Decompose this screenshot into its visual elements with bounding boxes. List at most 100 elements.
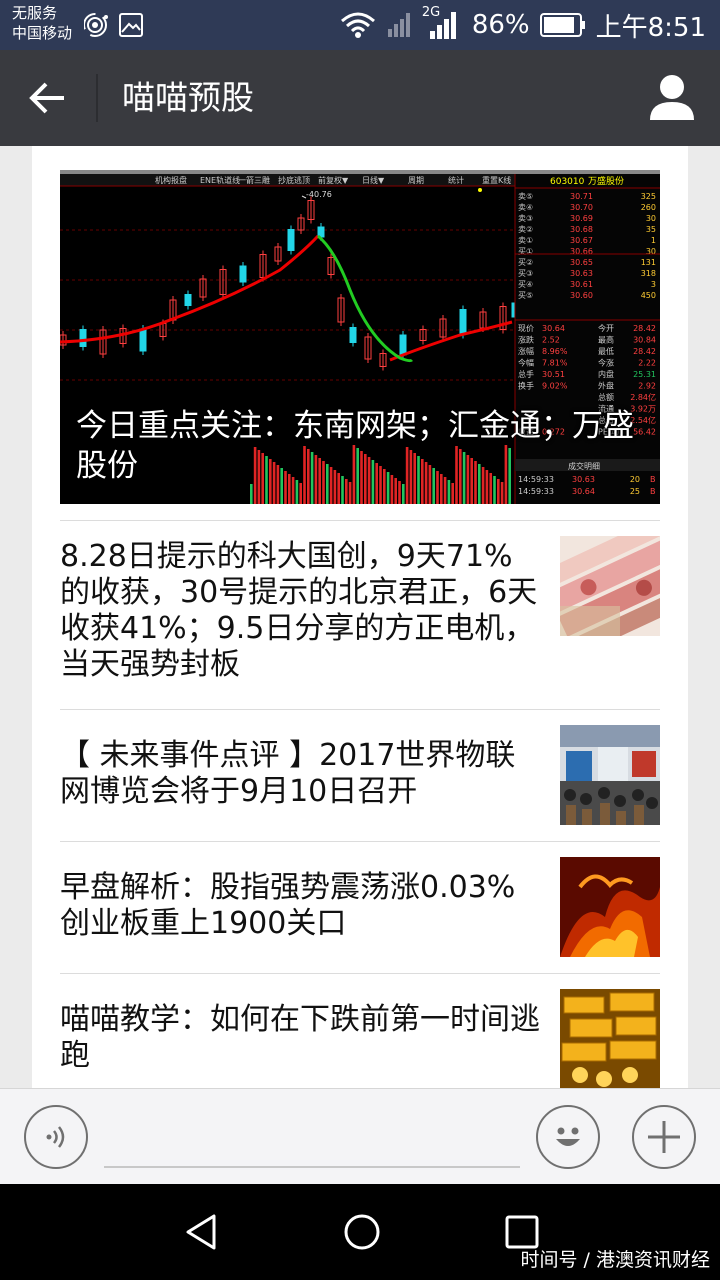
trade-price: 30.64	[572, 487, 595, 496]
quote-value: 30.84	[633, 336, 656, 345]
battery-icon	[539, 13, 585, 37]
order-book-price: 30.68	[570, 225, 593, 234]
voice-icon	[46, 1126, 65, 1148]
order-book-label: 买①	[518, 247, 533, 256]
order-book-volume: 450	[641, 291, 656, 300]
order-book-volume: 35	[646, 225, 656, 234]
app-bar: 喵喵预股	[0, 50, 720, 146]
nav-home-icon[interactable]	[342, 1212, 382, 1252]
hero-caption: 今日重点关注：东南网架；汇金通；万盛股份	[76, 408, 634, 484]
message-input[interactable]	[104, 1166, 520, 1168]
chart-toolbar-item: 重置K线	[482, 175, 511, 185]
quote-label: 现价	[518, 324, 534, 333]
back-arrow-icon[interactable]	[28, 78, 68, 118]
watermark: 时间号 / 港澳资讯财经	[520, 1249, 710, 1271]
carrier-line1: 无服务	[12, 4, 58, 22]
nav-recents-icon[interactable]	[502, 1212, 542, 1252]
order-book-label: 买③	[518, 269, 533, 278]
quote-value: 30.64	[542, 324, 565, 333]
order-book-label: 卖②	[518, 225, 533, 234]
order-book-volume: 260	[641, 203, 656, 212]
chart-toolbar-item: 周期	[408, 176, 424, 185]
order-book-price: 30.60	[570, 291, 593, 300]
carrier-line2: 中国移动	[12, 24, 73, 42]
order-book-label: 卖③	[518, 214, 533, 223]
order-book-price: 30.67	[570, 236, 593, 245]
order-book-price: 30.65	[570, 258, 593, 267]
chart-toolbar-item: 统计	[448, 175, 464, 185]
plus-button[interactable]	[632, 1105, 696, 1169]
quote-value: 28.42	[633, 324, 656, 333]
order-book-label: 卖④	[518, 203, 533, 212]
hotspot-icon	[84, 13, 108, 37]
order-book-price: 30.71	[570, 192, 593, 201]
chart-toolbar-item: ENE轨道线	[200, 175, 240, 185]
trade-time: 14:59:33	[518, 487, 554, 496]
list-item[interactable]: 早盘解析：股指强势震荡涨0.03% 创业板重上1900关口	[60, 841, 660, 973]
chart-toolbar-item: 日线▼	[362, 175, 385, 185]
article-title: 早盘解析：股指强势震荡涨0.03% 创业板重上1900关口	[60, 870, 516, 941]
quote-label: 涨跌	[518, 335, 534, 345]
person-icon[interactable]	[650, 74, 694, 120]
quote-value: 30.51	[542, 370, 565, 379]
emoji-button[interactable]	[536, 1105, 600, 1169]
order-book-volume: 3	[651, 280, 656, 289]
quote-label: 今幅	[518, 358, 534, 368]
quote-label: 换手	[518, 381, 534, 391]
bottom-input-bar	[0, 1088, 720, 1184]
order-book-label: 买⑤	[518, 291, 533, 300]
article-title: 喵喵教学：如何在下跌前第一时间逃跑	[60, 1002, 540, 1073]
chart-toolbar-item: 一箭三雕	[238, 175, 270, 185]
chart-toolbar-item: 前复权▼	[318, 175, 349, 185]
article-title: 8.28日提示的科大国创，9天71%的收获，30号提示的北京君正，6天收获41%…	[60, 539, 538, 682]
order-book-volume: 30	[646, 214, 656, 223]
signal-empty-icon	[387, 13, 410, 37]
chart-toolbar-item: 机构报盘	[155, 175, 187, 185]
quote-value: 2.52	[542, 336, 560, 345]
order-book-label: 买②	[518, 258, 533, 267]
quote-value: 2.22	[638, 359, 656, 368]
status-bar: 无服务 中国移动 2G 86% 上午8:51	[0, 0, 720, 50]
chart-toolbar-item: 抄底逃顶	[278, 175, 310, 185]
stock-name-label: 万盛股份	[588, 175, 624, 187]
list-item[interactable]: 喵喵教学：如何在下跌前第一时间逃跑	[60, 973, 660, 1088]
quote-label: 今涨	[598, 358, 614, 368]
wifi-icon	[340, 12, 375, 38]
chart-toolbar: 机构报盘 ENE轨道线一箭三雕 抄底逃顶 前复权▼ 日线▼ 周期 统计 重置K线	[155, 175, 511, 185]
nav-back-icon[interactable]	[182, 1212, 222, 1252]
image-icon	[119, 13, 143, 37]
quote-value: 28.42	[633, 347, 656, 356]
order-book-label: 卖⑤	[518, 192, 533, 201]
order-book-label: 买④	[518, 280, 533, 289]
article-list-card: 机构报盘 ENE轨道线 一箭三雕 抄底逃顶 前复权▼ 日线▼ 周期 统计 重置K线 -40.76…	[32, 146, 688, 1088]
peak-price-label: -40.76	[306, 190, 332, 199]
order-book-volume: 131	[641, 258, 656, 267]
quote-value: 56.42	[633, 428, 656, 437]
order-book-volume: 325	[641, 192, 656, 201]
plus-icon	[648, 1121, 680, 1153]
signal-icon: 2G	[422, 5, 462, 41]
quote-label: 总额	[598, 392, 614, 402]
list-item[interactable]: 8.28日提示的科大国创，9天71%的收获，30号提示的北京君正，6天收获41%…	[60, 520, 660, 710]
page-title: 喵喵预股	[122, 78, 254, 117]
quote-value: 25.31	[633, 370, 656, 379]
trade-volume: 25	[630, 487, 640, 496]
voice-button[interactable]	[24, 1105, 88, 1169]
gold-bars-image	[560, 989, 660, 1088]
status-bar-right: 2G 86% 上午8:51	[340, 5, 706, 43]
quote-label: 最高	[598, 335, 614, 345]
order-book-volume: 1	[651, 236, 656, 245]
quote-label: 涨幅	[518, 346, 534, 356]
order-book-price: 30.63	[570, 269, 593, 278]
order-book-price: 30.69	[570, 214, 593, 223]
order-book-label: 卖①	[518, 236, 533, 245]
order-book-price: 30.70	[570, 203, 593, 212]
hero-article[interactable]: 机构报盘 ENE轨道线 一箭三雕 抄底逃顶 前复权▼ 日线▼ 周期 统计 重置K线 -40.76…	[60, 170, 660, 504]
quote-label: 外盘	[598, 381, 614, 391]
article-title: 【 未来事件点评 】2017世界物联网博览会将于9月10日召开	[60, 738, 516, 809]
quote-value: 9.02%	[542, 382, 568, 391]
money-image	[560, 536, 660, 636]
list-item[interactable]: 【 未来事件点评 】2017世界物联网博览会将于9月10日召开	[60, 709, 660, 841]
fire-bull-image	[560, 857, 660, 957]
quote-value: 8.96%	[542, 347, 568, 356]
